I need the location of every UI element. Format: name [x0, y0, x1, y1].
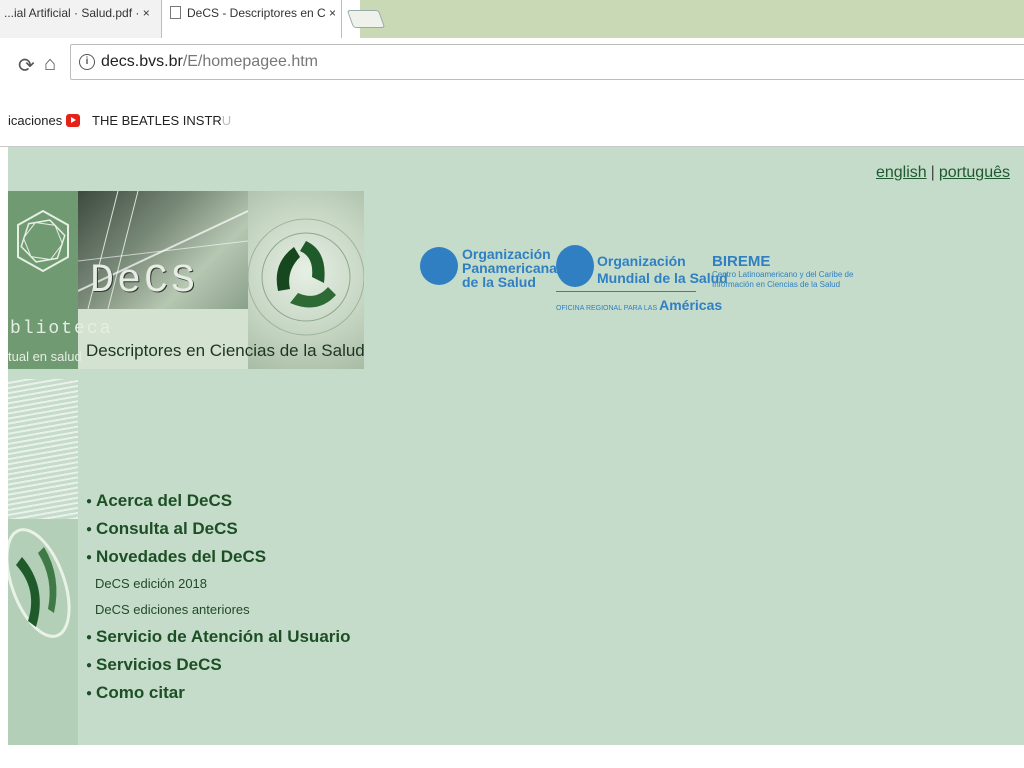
bireme-title: BIREME: [712, 253, 771, 270]
hexagon-emblem-icon: [17, 209, 69, 273]
english-link[interactable]: english: [876, 164, 927, 181]
bookmark-aplicaciones[interactable]: icaciones: [8, 113, 62, 128]
navigation-bar: ⟳ ⌂ i decs.bvs.br/E/homepagee.htm: [0, 38, 1024, 100]
bireme-line2: Información en Ciencias de la Salud: [712, 280, 841, 289]
url-host: decs.bvs.br: [101, 53, 183, 70]
home-icon[interactable]: ⌂: [44, 53, 56, 76]
who-line2: Mundial de la Salud: [597, 270, 728, 286]
portuguese-link[interactable]: português: [939, 164, 1010, 181]
bullet-icon: ●: [86, 660, 93, 671]
tab-decs-label: DeCS - Descriptores en C ×: [187, 6, 337, 20]
menu-acerca-decs[interactable]: ● Acerca del DeCS: [86, 487, 351, 515]
bireme-logo[interactable]: BIREME Centro Latinoamericano y del Cari…: [712, 253, 853, 290]
address-bar[interactable]: i decs.bvs.br/E/homepagee.htm: [70, 44, 1024, 80]
tab-strip-background: [360, 0, 1024, 38]
main-menu: ● Acerca del DeCS ● Consulta al DeCS ● Nove…: [86, 487, 351, 707]
bullet-icon: ●: [86, 632, 93, 643]
language-separator: |: [930, 164, 935, 181]
menu-item-label: Servicios DeCS: [96, 655, 222, 674]
menu-consulta-decs[interactable]: ● Consulta al DeCS: [86, 515, 351, 543]
menu-servicios-decs[interactable]: ● Servicios DeCS: [86, 651, 351, 679]
page-content: english | português DeCS blioteca tual e…: [8, 147, 1024, 745]
url-path: /E/homepagee.htm: [182, 53, 319, 70]
menu-decs-edicion-2018[interactable]: DeCS edición 2018: [86, 571, 351, 597]
bottom-margin: [0, 745, 1024, 768]
who-regional-text: OFICINA REGIONAL PARA LAS Américas: [556, 297, 722, 313]
who-emblem-icon[interactable]: [556, 245, 594, 287]
bookmark-beatles-label: THE BEATLES INSTR: [92, 113, 222, 128]
tab-decs[interactable]: DeCS - Descriptores en C ×: [162, 0, 342, 38]
menu-como-citar[interactable]: ● Como citar: [86, 679, 351, 707]
tab-pdf[interactable]: ...ial Artificial · Salud.pdf · ×: [0, 0, 162, 38]
decs-banner: DeCS blioteca tual en salud Descriptores…: [8, 191, 364, 369]
organization-logos: Organización Panamericana de la Salud Or…: [420, 239, 860, 329]
bireme-line1: Centro Latinoamericano y del Caribe de: [712, 270, 854, 279]
info-icon[interactable]: i: [79, 54, 95, 70]
tab-strip: ...ial Artificial · Salud.pdf · × DeCS -…: [0, 0, 1024, 38]
youtube-icon: [66, 114, 80, 127]
paho-line1: Organización: [462, 246, 551, 262]
virtual-salud-text: tual en salud: [8, 349, 82, 364]
bookmark-beatles[interactable]: THE BEATLES INSTRU: [66, 113, 231, 128]
new-tab-button[interactable]: [346, 10, 386, 28]
language-links: english | português: [876, 164, 1010, 182]
menu-item-label: Consulta al DeCS: [96, 519, 238, 538]
who-logo-text[interactable]: Organización Mundial de la Salud: [597, 253, 728, 287]
bookmarks-bar: icaciones THE BEATLES INSTRU: [0, 100, 1024, 147]
menu-novedades-decs[interactable]: ● Novedades del DeCS: [86, 543, 351, 571]
decorative-stripes: [8, 379, 78, 519]
menu-item-label: Servicio de Atención al Usuario: [96, 627, 351, 646]
menu-item-label: Como citar: [96, 683, 185, 702]
paho-globe-icon[interactable]: [420, 247, 458, 285]
menu-item-label: Novedades del DeCS: [96, 547, 267, 566]
swirl-icon: [8, 528, 71, 638]
tab-pdf-label: ...ial Artificial · Salud.pdf · ×: [4, 6, 150, 20]
menu-item-label: Acerca del DeCS: [96, 491, 233, 510]
who-divider: [556, 291, 696, 292]
bookmark-beatles-fade: U: [221, 113, 232, 128]
menu-decs-ediciones-anteriores[interactable]: DeCS ediciones anteriores: [86, 597, 351, 623]
bullet-icon: ●: [86, 524, 93, 535]
banner-subtitle: Descriptores en Ciencias de la Salud: [86, 341, 364, 360]
paho-line2: Panamericana: [462, 260, 557, 276]
reload-icon[interactable]: ⟳: [18, 53, 35, 78]
who-sub-small: OFICINA REGIONAL PARA LAS: [556, 305, 658, 312]
paho-line3: de la Salud: [462, 274, 536, 290]
menu-servicio-atencion[interactable]: ● Servicio de Atención al Usuario: [86, 623, 351, 651]
decs-logo-text: DeCS: [90, 259, 199, 304]
bullet-icon: ●: [86, 552, 93, 563]
who-line1: Organización: [597, 253, 686, 269]
biblioteca-text: blioteca: [10, 319, 113, 339]
document-icon: [170, 6, 181, 19]
banner-left-panel: [8, 191, 78, 369]
who-sub-big: Américas: [659, 297, 723, 313]
bullet-icon: ●: [86, 496, 93, 507]
bullet-icon: ●: [86, 688, 93, 699]
url-text: decs.bvs.br/E/homepagee.htm: [101, 53, 318, 71]
paho-logo-text[interactable]: Organización Panamericana de la Salud: [462, 247, 557, 289]
